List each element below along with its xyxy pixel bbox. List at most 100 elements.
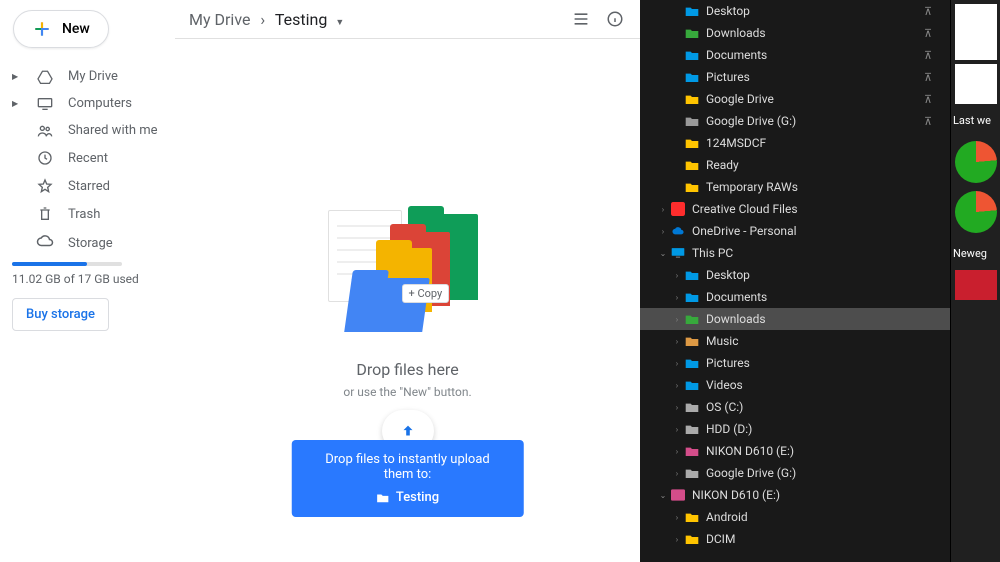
- chevron-icon[interactable]: ›: [670, 359, 684, 368]
- item-label: Pictures: [706, 356, 750, 370]
- plus-icon: [32, 19, 52, 39]
- pin-icon[interactable]: ⊼: [924, 5, 932, 18]
- sidebar-item-recent[interactable]: Recent: [8, 144, 175, 172]
- sidebar-item-shared[interactable]: Shared with me: [8, 117, 175, 144]
- chevron-icon[interactable]: ›: [670, 447, 684, 456]
- tree-item[interactable]: › Music: [640, 330, 950, 352]
- explorer-tree: Desktop⊼Downloads⊼Documents⊼Pictures⊼Goo…: [640, 0, 950, 562]
- item-icon: [684, 399, 700, 415]
- tree-item[interactable]: ›Videos: [640, 374, 950, 396]
- pie-thumbnail[interactable]: [955, 141, 997, 183]
- tree-item[interactable]: Temporary RAWs: [640, 176, 950, 198]
- item-label: Music: [706, 334, 738, 348]
- item-icon: [684, 333, 700, 349]
- group-label: Neweg: [951, 241, 1000, 266]
- item-icon: [684, 69, 700, 85]
- drop-title: Drop files here: [356, 360, 458, 379]
- item-label: Google Drive: [706, 92, 774, 106]
- tree-item[interactable]: Pictures⊼: [640, 66, 950, 88]
- chevron-icon[interactable]: ›: [670, 293, 684, 302]
- item-icon: [684, 3, 700, 19]
- chevron-icon[interactable]: ›: [670, 337, 684, 346]
- tree-item[interactable]: ›Creative Cloud Files: [640, 198, 950, 220]
- pie-thumbnail[interactable]: [955, 191, 997, 233]
- chevron-icon[interactable]: ›: [670, 403, 684, 412]
- tree-item[interactable]: Desktop⊼: [640, 0, 950, 22]
- item-icon: [684, 311, 700, 327]
- tree-item[interactable]: Documents⊼: [640, 44, 950, 66]
- tree-item[interactable]: 124MSDCF: [640, 132, 950, 154]
- chevron-icon[interactable]: ▶: [12, 72, 22, 81]
- sidebar-item-storage[interactable]: Storage: [12, 234, 167, 252]
- item-icon: [684, 25, 700, 41]
- pin-icon[interactable]: ⊼: [924, 49, 932, 62]
- thumbnail[interactable]: [955, 64, 997, 104]
- thumbnail[interactable]: [955, 4, 997, 60]
- tree-item[interactable]: ›HDD (D:): [640, 418, 950, 440]
- storage-section: Storage 11.02 GB of 17 GB used Buy stora…: [8, 228, 175, 337]
- sidebar-item-mydrive[interactable]: ▶My Drive: [8, 63, 175, 90]
- chevron-icon[interactable]: ›: [670, 271, 684, 280]
- chevron-down-icon[interactable]: ⌄: [656, 249, 670, 258]
- item-label: Downloads: [706, 26, 766, 40]
- info-icon[interactable]: [604, 8, 626, 30]
- tree-item[interactable]: ›Documents: [640, 286, 950, 308]
- item-label: Google Drive (G:): [706, 114, 796, 128]
- item-label: Google Drive (G:): [706, 466, 796, 480]
- chevron-icon[interactable]: ›: [670, 425, 684, 434]
- pin-icon[interactable]: ⊼: [924, 27, 932, 40]
- new-button[interactable]: New: [13, 10, 109, 48]
- pin-icon[interactable]: ⊼: [924, 93, 932, 106]
- tree-item[interactable]: Downloads ⊼: [640, 22, 950, 44]
- computer-icon: [36, 97, 54, 111]
- sidebar-item-trash[interactable]: Trash: [8, 200, 175, 228]
- tree-item-thispc[interactable]: ⌄This PC: [640, 242, 950, 264]
- drop-subtitle: or use the "New" button.: [343, 385, 471, 399]
- pin-icon[interactable]: ⊼: [924, 115, 932, 128]
- storage-used: 11.02 GB of 17 GB used: [12, 272, 167, 286]
- tree-item[interactable]: Google Drive ⊼: [640, 88, 950, 110]
- tree-item[interactable]: ›Android: [640, 506, 950, 528]
- item-label: DCIM: [706, 532, 735, 546]
- thumbnail[interactable]: [955, 270, 997, 300]
- tree-item-nikon[interactable]: ⌄NIKON D610 (E:): [640, 484, 950, 506]
- chevron-icon[interactable]: ›: [670, 513, 684, 522]
- cloud-icon: [36, 234, 54, 252]
- tree-item[interactable]: ›Desktop: [640, 264, 950, 286]
- item-label: OS (C:): [706, 400, 743, 414]
- sidebar-item-starred[interactable]: Starred: [8, 172, 175, 200]
- tree-item[interactable]: › OS (C:): [640, 396, 950, 418]
- chevron-icon[interactable]: ›: [670, 469, 684, 478]
- pin-icon[interactable]: ⊼: [924, 71, 932, 84]
- tree-item[interactable]: › Pictures: [640, 352, 950, 374]
- chevron-icon[interactable]: ▶: [12, 99, 22, 108]
- tree-item[interactable]: ›OneDrive - Personal: [640, 220, 950, 242]
- crumb-root[interactable]: My Drive: [189, 10, 250, 29]
- tree-item[interactable]: › Google Drive (G:): [640, 462, 950, 484]
- copy-badge: + Copy: [402, 284, 450, 303]
- chevron-down-icon[interactable]: ▼: [335, 18, 344, 28]
- tree-item[interactable]: ›NIKON D610 (E:): [640, 440, 950, 462]
- item-icon: [684, 157, 700, 173]
- drive-sidebar: New ▶My Drive ▶Computers Shared with me …: [0, 0, 175, 562]
- chevron-icon[interactable]: ›: [670, 315, 684, 324]
- crumb-current[interactable]: Testing: [275, 10, 327, 29]
- item-label: 124MSDCF: [706, 136, 766, 150]
- tree-item[interactable]: Google Drive (G:) ⊼: [640, 110, 950, 132]
- sidebar-item-computers[interactable]: ▶Computers: [8, 90, 175, 117]
- tree-item[interactable]: › DCIM: [640, 528, 950, 550]
- chevron-icon[interactable]: ›: [670, 381, 684, 390]
- chevron-down-icon[interactable]: ⌄: [656, 491, 670, 500]
- breadcrumb[interactable]: My Drive › Testing ▼: [189, 10, 344, 29]
- drop-zone[interactable]: + Copy Drop files here or use the "New" …: [175, 39, 640, 562]
- buy-storage-button[interactable]: Buy storage: [12, 298, 109, 331]
- header: My Drive › Testing ▼: [175, 0, 640, 39]
- star-icon: [36, 178, 54, 194]
- clock-icon: [36, 150, 54, 166]
- item-icon: [684, 135, 700, 151]
- chevron-icon[interactable]: ›: [670, 535, 684, 544]
- list-view-icon[interactable]: [570, 8, 592, 30]
- tree-item[interactable]: Ready: [640, 154, 950, 176]
- item-icon: [684, 443, 700, 459]
- tree-item[interactable]: ›Downloads: [640, 308, 950, 330]
